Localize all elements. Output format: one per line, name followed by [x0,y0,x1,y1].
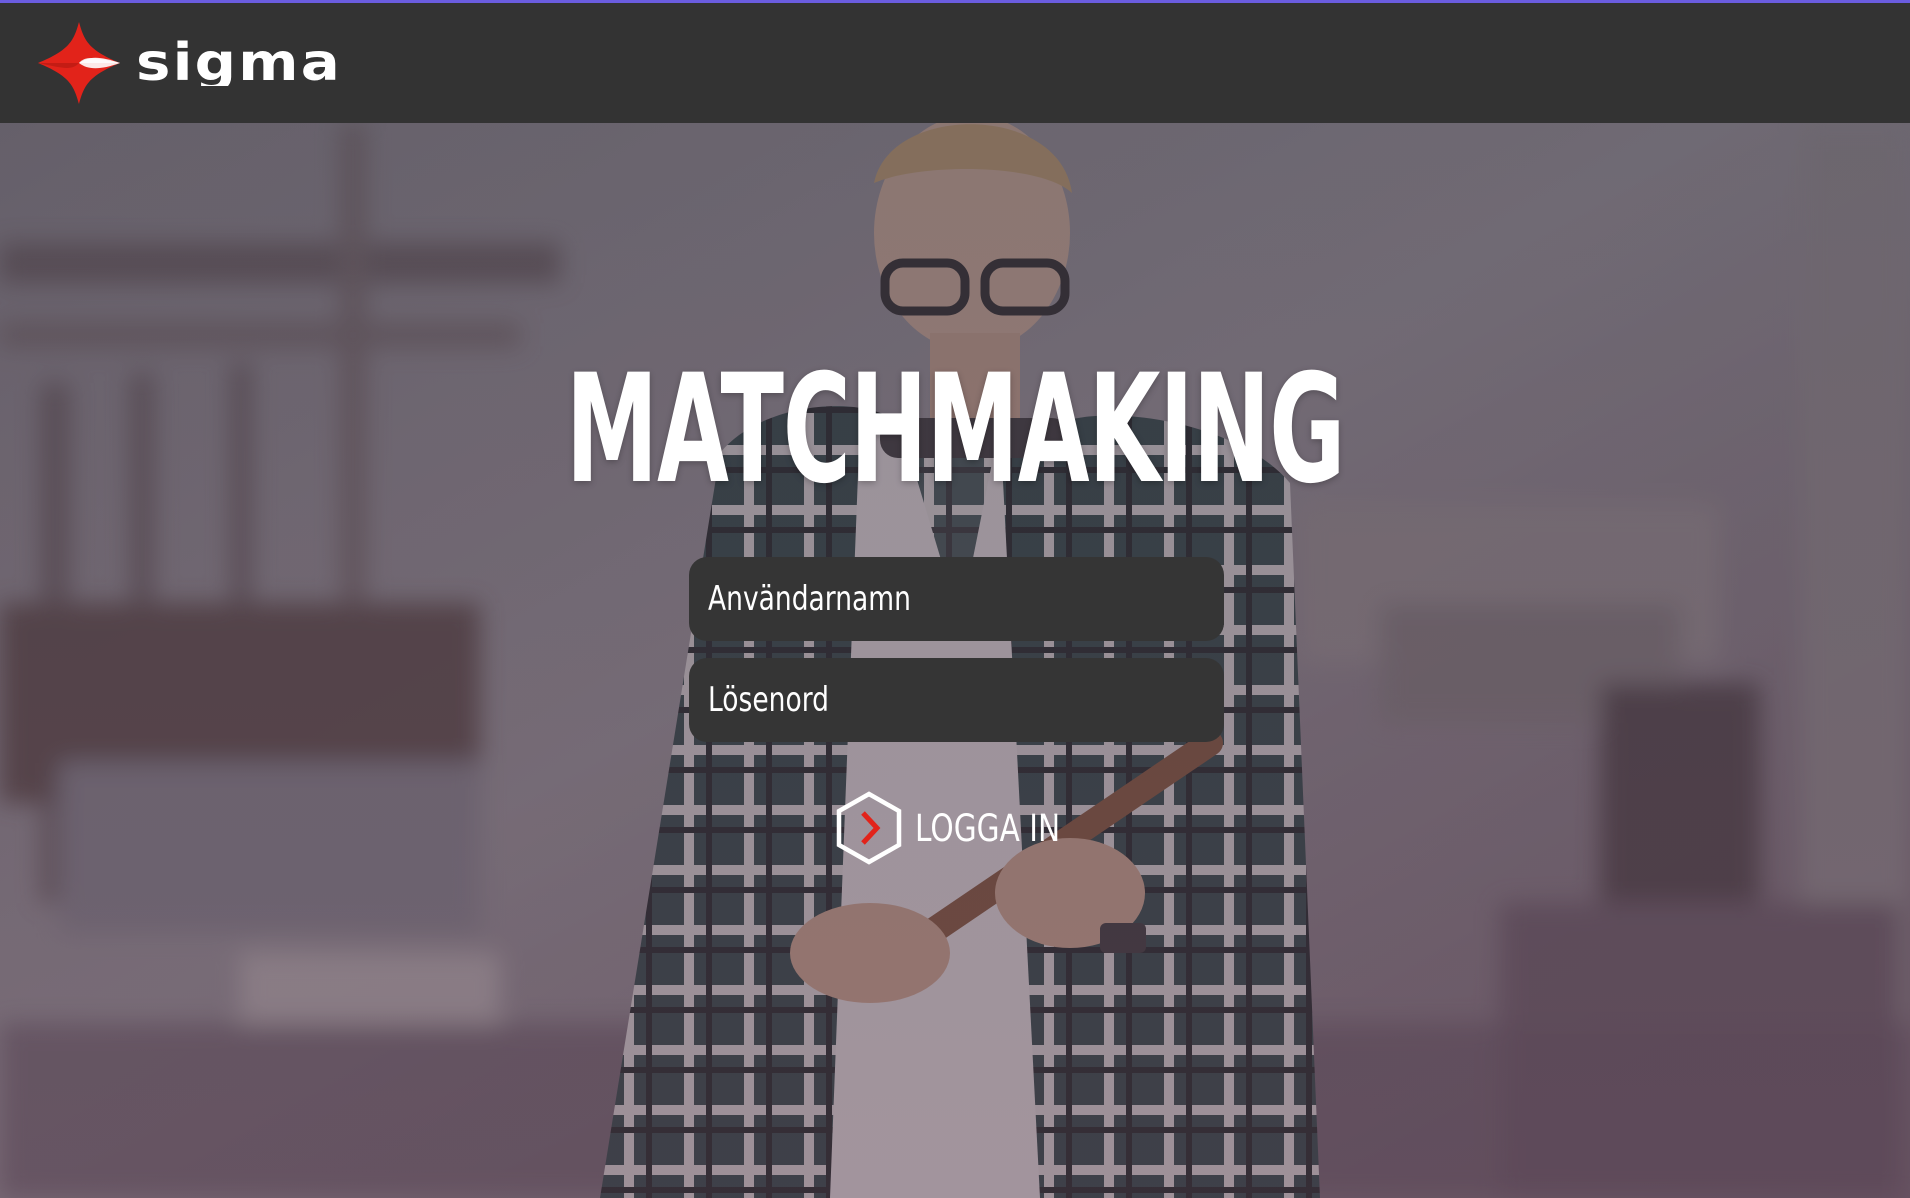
username-input[interactable] [708,557,1111,641]
login-button-label: LOGGA IN [915,806,1061,850]
sigma-logo[interactable]: sigma [36,20,346,106]
username-field-container [689,557,1224,641]
password-input[interactable] [708,658,1111,742]
page-title: MATCHMAKING [565,343,1346,517]
hexagon-chevron-right-icon [836,791,902,865]
login-button[interactable]: LOGGA IN [833,791,1096,865]
svg-text:sigma: sigma [136,40,342,86]
sigma-wordmark: sigma [136,40,342,86]
top-navigation-bar: sigma [0,0,1910,123]
hero-section: MATCHMAKING LOGGA IN [0,123,1910,1198]
sigma-cross-logo-icon [38,22,120,104]
password-field-container [689,658,1224,742]
login-panel: MATCHMAKING LOGGA IN [0,123,1910,1198]
